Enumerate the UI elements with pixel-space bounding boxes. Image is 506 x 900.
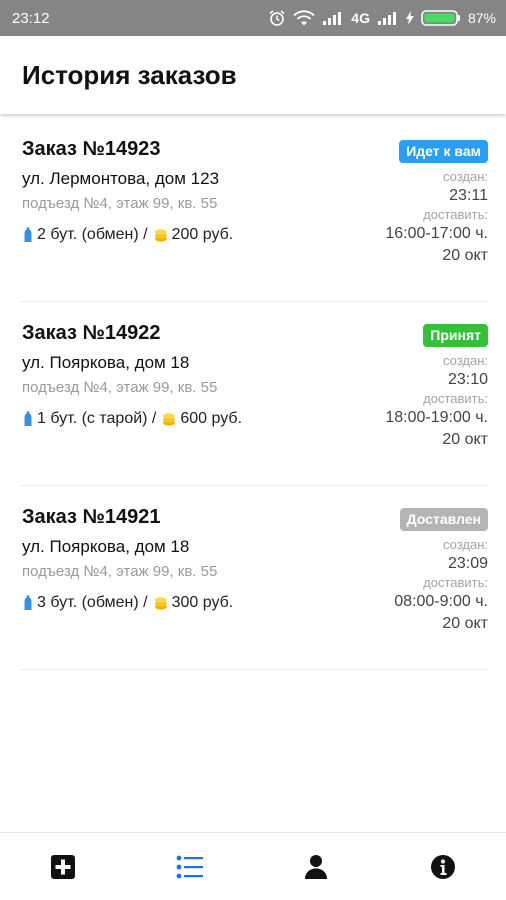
- order-street: ул. Пояркова, дом 18: [22, 537, 190, 556]
- deliver-label: доставить:: [423, 207, 488, 222]
- coins-icon: [163, 413, 176, 426]
- battery-percent: 87%: [467, 10, 496, 26]
- alarm-icon: [269, 10, 285, 26]
- page-title: История заказов: [22, 59, 237, 90]
- order-details: Заказ №14923 ул. Лермонтова, дом 123 под…: [22, 138, 233, 244]
- deliver-window: 18:00-19:00 ч.: [385, 409, 488, 426]
- order-summary: 3 бут. (обмен) / 300 руб.: [22, 594, 233, 612]
- order-price: 300 руб.: [171, 594, 234, 611]
- order-meta: Идет к вам создан: 23:11 доставить: 16:0…: [385, 140, 488, 267]
- order-summary: 1 бут. (с тарой) / 600 руб.: [22, 410, 242, 428]
- deliver-label: доставить:: [423, 391, 488, 406]
- status-badge: Доставлен: [399, 508, 488, 531]
- nav-order-history[interactable]: [127, 833, 254, 900]
- deliver-window: 08:00-9:00 ч.: [394, 593, 488, 610]
- app-header: История заказов: [0, 36, 506, 114]
- plus-square-icon[interactable]: [50, 854, 76, 880]
- battery-icon: [421, 10, 460, 26]
- order-details: Заказ №14921 ул. Пояркова, дом 18 подъез…: [22, 506, 233, 612]
- order-list: Заказ №14923 ул. Лермонтова, дом 123 под…: [0, 118, 506, 670]
- created-label: создан:: [442, 353, 488, 368]
- order-title: Заказ №14921: [22, 506, 161, 528]
- bottom-nav: [0, 832, 506, 900]
- coins-icon: [154, 229, 167, 242]
- charging-icon: [405, 11, 414, 25]
- order-street: ул. Лермонтова, дом 123: [22, 169, 220, 188]
- deliver-date: 20 окт: [442, 431, 488, 448]
- signal-icon: [323, 12, 342, 25]
- order-meta: Доставлен создан: 23:09 доставить: 08:00…: [394, 508, 488, 635]
- status-icons: 4G 87%: [268, 9, 496, 27]
- deliver-window: 16:00-17:00 ч.: [385, 225, 488, 242]
- order-bottles: 2 бут. (обмен) /: [37, 226, 148, 243]
- water-bottle-icon: [24, 411, 32, 426]
- order-entrance: подъезд №4, этаж 99, кв. 55: [22, 195, 218, 212]
- info-icon[interactable]: [430, 854, 456, 880]
- status-badge: Принят: [423, 324, 488, 347]
- signal-icon: [377, 12, 396, 25]
- nav-info[interactable]: [380, 833, 506, 900]
- user-icon[interactable]: [304, 854, 328, 880]
- order-title: Заказ №14923: [22, 138, 161, 160]
- deliver-date: 20 окт: [442, 615, 488, 632]
- deliver-date: 20 окт: [442, 247, 488, 264]
- nav-new-order[interactable]: [0, 833, 127, 900]
- order-bottles: 1 бут. (с тарой) /: [37, 410, 157, 427]
- nav-profile[interactable]: [253, 833, 380, 900]
- order-meta: Принят создан: 23:10 доставить: 18:00-19…: [385, 324, 488, 451]
- water-bottle-icon: [24, 227, 32, 242]
- created-time: 23:09: [447, 555, 488, 572]
- order-bottles: 3 бут. (обмен) /: [37, 594, 148, 611]
- deliver-label: доставить:: [423, 575, 488, 590]
- water-bottle-icon: [24, 595, 32, 610]
- order-entrance: подъезд №4, этаж 99, кв. 55: [22, 379, 218, 396]
- order-card[interactable]: Заказ №14921 ул. Пояркова, дом 18 подъез…: [20, 486, 488, 670]
- coins-icon: [154, 597, 167, 610]
- order-card[interactable]: Заказ №14923 ул. Лермонтова, дом 123 под…: [20, 118, 488, 302]
- created-time: 23:11: [449, 187, 488, 204]
- order-price: 200 руб.: [171, 226, 234, 243]
- order-price: 600 руб.: [180, 410, 243, 427]
- order-street: ул. Пояркова, дом 18: [22, 353, 190, 372]
- list-icon[interactable]: [176, 855, 204, 879]
- created-label: создан:: [442, 537, 488, 552]
- order-entrance: подъезд №4, этаж 99, кв. 55: [22, 563, 218, 580]
- order-card[interactable]: Заказ №14922 ул. Пояркова, дом 18 подъез…: [20, 302, 488, 486]
- created-label: создан:: [442, 169, 488, 184]
- wifi-icon: [293, 10, 315, 26]
- status-time: 23:12: [12, 9, 50, 27]
- order-details: Заказ №14922 ул. Пояркова, дом 18 подъез…: [22, 322, 242, 428]
- created-time: 23:10: [447, 371, 488, 388]
- network-type: 4G: [351, 10, 370, 26]
- order-summary: 2 бут. (обмен) / 200 руб.: [22, 226, 233, 244]
- order-title: Заказ №14922: [22, 322, 161, 344]
- status-bar: 23:12 4G 87%: [0, 0, 506, 36]
- status-badge: Идет к вам: [399, 140, 488, 163]
